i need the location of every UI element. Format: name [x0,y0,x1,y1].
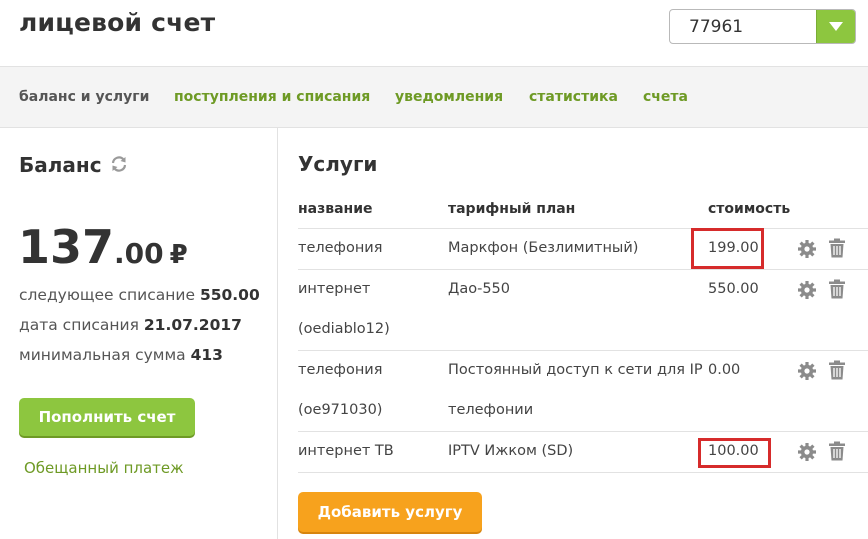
services-title: Услуги [298,152,378,176]
trash-icon[interactable] [827,360,847,380]
tab-statistics[interactable]: статистика [529,89,618,105]
service-name: интернет [298,281,371,297]
charge-date-label: дата списания [19,316,139,334]
service-plan: Дао-550 [448,281,510,297]
row-divider [298,472,868,473]
column-header-price: стоимость [708,201,791,217]
service-name: телефония [298,362,383,378]
chevron-down-icon [829,22,843,31]
gear-icon[interactable] [797,280,817,300]
tab-bar: баланс и услуги поступления и списания у… [0,67,868,128]
topup-button[interactable]: Пополнить счет [19,398,195,436]
next-charge-value: 550.00 [199,286,260,304]
currency-sign: ₽ [169,240,188,270]
column-header-plan: тарифный план [448,201,576,217]
service-price: 100.00 [708,443,759,459]
service-plan-continued: телефонии [448,402,534,418]
trash-icon[interactable] [827,279,847,299]
service-name: интернет ТВ [298,443,394,459]
trash-icon[interactable] [827,441,847,461]
tab-notifications[interactable]: уведомления [395,89,503,105]
account-select-value: 77961 [689,17,744,37]
min-sum-label: минимальная сумма [19,346,186,364]
services-panel: Услуги название тарифный план стоимость … [278,128,868,539]
add-service-button[interactable]: Добавить услугу [298,492,482,532]
page-title: лицевой счет [19,8,216,37]
balance-amount: 137.00 ₽ [18,220,188,274]
refresh-icon[interactable] [110,155,128,173]
service-plan: Маркфон (Безлимитный) [448,240,639,256]
tab-invoices[interactable]: счета [643,89,688,105]
account-select-toggle[interactable] [816,10,855,43]
promised-payment-link[interactable]: Обещанный платеж [24,459,184,477]
tab-balance-services[interactable]: баланс и услуги [19,89,149,105]
gear-icon[interactable] [797,442,817,462]
gear-icon[interactable] [797,361,817,381]
charge-date-value: 21.07.2017 [143,316,242,334]
service-price: 0.00 [708,362,741,378]
service-login: (oe971030) [298,402,383,418]
balance-panel: Баланс 137.00 ₽ следующее списание 550.00… [0,128,278,539]
balance-title: Баланс [19,153,102,177]
service-plan: Постоянный доступ к сети для IP [448,362,703,378]
column-header-name: название [298,201,373,217]
balance-amount-frac: .00 [114,237,164,270]
next-charge-label: следующее списание [19,286,195,304]
service-price: 199.00 [708,240,759,256]
min-sum-value: 413 [190,346,223,364]
gear-icon[interactable] [797,239,817,259]
trash-icon[interactable] [827,238,847,258]
row-divider [298,228,868,229]
balance-amount-int: 137 [18,220,115,274]
min-sum-line: минимальная сумма 413 [19,346,223,364]
row-divider [298,350,868,351]
service-price: 550.00 [708,281,759,297]
service-login: (oediablo12) [298,321,390,337]
row-divider [298,431,868,432]
account-select[interactable]: 77961 [669,9,856,44]
next-charge-line: следующее списание 550.00 [19,286,260,304]
page-header: лицевой счет 77961 [0,0,868,67]
service-name: телефония [298,240,383,256]
charge-date-line: дата списания 21.07.2017 [19,316,242,334]
tab-transactions[interactable]: поступления и списания [174,89,370,105]
service-plan: IPTV Ижком (SD) [448,443,574,459]
row-divider [298,269,868,270]
